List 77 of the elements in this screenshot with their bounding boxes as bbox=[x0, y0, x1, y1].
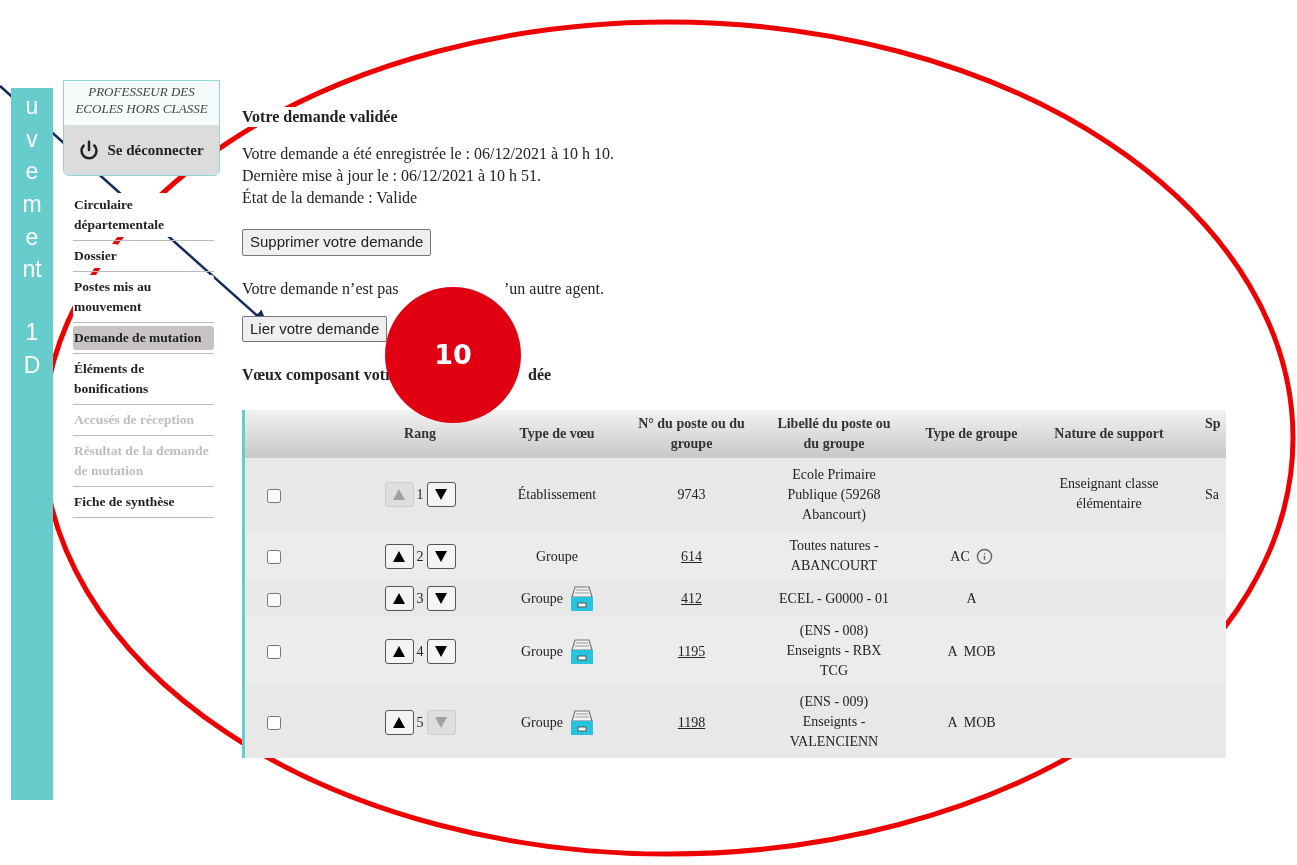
move-up-button[interactable] bbox=[384, 638, 414, 664]
down-arrow-icon bbox=[435, 489, 447, 500]
table-cell-text: Groupe bbox=[521, 713, 563, 732]
column-header: N° du poste ou du groupe bbox=[638, 416, 745, 451]
move-down-button[interactable] bbox=[426, 543, 456, 569]
info-text: Votre demande a été enregistrée le : 06/12/2021 à 10 h 10. bbox=[242, 144, 616, 165]
section-title: Votre demande validée bbox=[242, 107, 398, 127]
info-text: État de la demande : Valide bbox=[242, 187, 419, 208]
up-arrow-icon bbox=[393, 645, 405, 657]
info-icon[interactable] bbox=[975, 547, 993, 565]
rank-number: 2 bbox=[416, 547, 424, 566]
down-arrow-icon bbox=[435, 593, 447, 604]
table-cell: Sa bbox=[1205, 487, 1219, 502]
archive-box-icon bbox=[571, 638, 593, 664]
post-number-link[interactable]: 1198 bbox=[677, 714, 706, 730]
column-header: Rang bbox=[404, 426, 436, 441]
table-cell-text: Établissement bbox=[517, 485, 597, 504]
column-header: Libellé du poste ou du groupe bbox=[777, 416, 891, 451]
down-arrow-icon bbox=[435, 716, 447, 728]
post-number-link[interactable]: 614 bbox=[681, 548, 702, 564]
rank-number: 5 bbox=[416, 713, 424, 732]
link-status-text: ’un autre agent. bbox=[504, 278, 604, 300]
grade-text: PROFESSEUR DES bbox=[88, 83, 195, 100]
delete-request-button[interactable]: Supprimer votre demande bbox=[242, 229, 432, 256]
up-arrow-icon bbox=[393, 593, 405, 604]
table-cell: ECEL - G0000 - 01 bbox=[779, 590, 889, 606]
column-header: Sp bbox=[1205, 416, 1221, 431]
up-arrow-icon bbox=[393, 716, 405, 728]
table-cell-text: A MOB bbox=[947, 642, 996, 661]
row-checkbox[interactable] bbox=[267, 550, 281, 565]
link-status-text: Votre demande n’est pas bbox=[242, 278, 400, 300]
rank-number: 3 bbox=[416, 590, 424, 608]
table-cell: (ENS - 008) Enseignts - RBX TCG bbox=[786, 623, 882, 678]
rank-number: 4 bbox=[416, 642, 424, 661]
table-cell: (ENS - 009) Enseignts - VALENCIENN bbox=[789, 694, 879, 749]
sidebar-item[interactable]: Postes mis au mouvement bbox=[73, 275, 214, 319]
down-arrow-icon bbox=[435, 645, 447, 657]
post-number-link[interactable]: 1195 bbox=[677, 643, 706, 659]
sidebar-item[interactable]: Demande de mutation bbox=[73, 326, 214, 350]
column-header: Type de vœu bbox=[519, 426, 595, 441]
info-text: Dernière mise à jour le : 06/12/2021 à 10 h 51. bbox=[242, 166, 543, 187]
move-up-button[interactable] bbox=[384, 709, 414, 735]
archive-box-icon bbox=[571, 586, 593, 611]
banner-text: 1D bbox=[22, 317, 42, 380]
move-up-button[interactable] bbox=[384, 543, 414, 569]
sidebar-item[interactable]: Dossier bbox=[73, 244, 118, 268]
rank-number: 1 bbox=[416, 486, 424, 504]
archive-box-icon bbox=[571, 709, 593, 735]
row-checkbox[interactable] bbox=[267, 645, 281, 660]
column-header: Type de groupe bbox=[925, 426, 1018, 441]
table-cell: Toutes natures - ABANCOURT bbox=[789, 538, 879, 573]
power-icon bbox=[79, 140, 100, 160]
row-checkbox[interactable] bbox=[267, 716, 281, 731]
table-cell-text: Groupe bbox=[521, 590, 563, 608]
move-down-button[interactable] bbox=[426, 482, 456, 507]
table-cell: Enseignant classe élémentaire bbox=[1059, 476, 1159, 511]
table-cell-text: Groupe bbox=[521, 642, 563, 661]
link-request-button[interactable]: Lier votre demande bbox=[242, 315, 388, 342]
row-checkbox[interactable] bbox=[267, 488, 281, 503]
grade-text: ECOLES HORS CLASSE bbox=[75, 100, 208, 117]
row-checkbox[interactable] bbox=[267, 592, 281, 607]
table-cell: Ecole Primaire Publique (59268 Abancourt) bbox=[787, 466, 881, 522]
logout-button[interactable]: Se déconnecter bbox=[64, 125, 219, 175]
banner-text: uvement bbox=[21, 92, 43, 285]
down-arrow-icon bbox=[435, 550, 447, 562]
column-header: Nature de support bbox=[1054, 426, 1164, 441]
move-up-button[interactable] bbox=[384, 586, 414, 611]
table-cell-text: Groupe bbox=[536, 547, 578, 566]
table-cell-text: A MOB bbox=[947, 713, 996, 732]
table-cell-text: A bbox=[966, 590, 977, 608]
move-down-button[interactable] bbox=[426, 638, 456, 664]
move-down-button[interactable] bbox=[426, 586, 456, 611]
table-cell: 9743 bbox=[677, 487, 706, 502]
table-cell-text: AC bbox=[950, 547, 970, 566]
up-arrow-icon bbox=[393, 550, 405, 562]
post-number-link[interactable]: 412 bbox=[681, 591, 702, 606]
up-arrow-icon bbox=[393, 489, 405, 500]
